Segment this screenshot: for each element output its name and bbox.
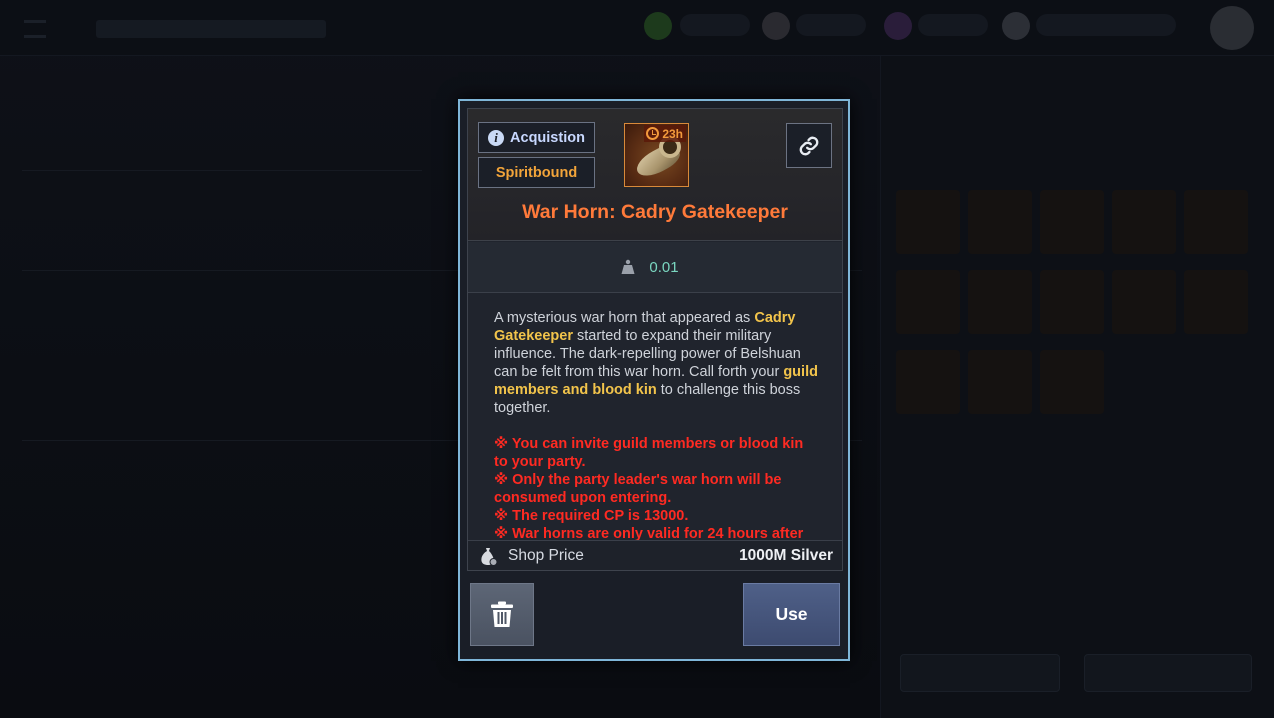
clock-icon [646, 127, 660, 140]
duration-badge: 23h [644, 125, 686, 142]
weight-icon [621, 259, 635, 274]
shop-price-label: Shop Price [508, 546, 584, 564]
background-menu-icon [24, 20, 46, 38]
background-title [96, 20, 326, 38]
item-name: War Horn: Cadry Gatekeeper [522, 201, 788, 223]
money-bag-icon [481, 547, 498, 566]
acquisition-label: Acquistion [510, 129, 585, 146]
description-text: A mysterious war horn that appeared as C… [494, 310, 818, 416]
background-button [1084, 654, 1252, 692]
background-currency [796, 14, 866, 36]
warning-note: ※ You can invite guild members or blood … [494, 436, 804, 470]
background-currency-icon [762, 12, 790, 40]
trash-icon [491, 601, 513, 627]
warning-note: ※ The required CP is 13000. [494, 508, 689, 524]
delete-button[interactable] [470, 583, 534, 646]
background-currency [918, 14, 988, 36]
link-item-button[interactable] [786, 123, 832, 168]
link-icon [799, 136, 819, 155]
background-currency-icon [884, 12, 912, 40]
shop-price-row: Shop Price 1000M Silver [468, 540, 842, 570]
warning-note: ※ Only the party leader's war horn will … [494, 472, 782, 506]
background-currency-icon [644, 12, 672, 40]
weight-value: 0.01 [649, 258, 679, 276]
item-icon-war-horn: 23h [624, 123, 689, 187]
binding-label: Spiritbound [495, 164, 578, 181]
background-currency [680, 14, 750, 36]
item-header: i Acquistion Spiritbound 23h War Horn: C… [468, 109, 842, 241]
duration-text: 23h [662, 126, 683, 141]
item-detail-modal: i Acquistion Spiritbound 23h War Horn: C… [458, 99, 850, 661]
background-button [900, 654, 1060, 692]
background-currency [1036, 14, 1176, 36]
shop-price-value: 1000M Silver [739, 546, 833, 564]
background-divider [22, 170, 422, 171]
weight-row: 0.01 [468, 242, 842, 293]
item-description: A mysterious war horn that appeared as C… [494, 309, 820, 543]
info-icon: i [488, 129, 505, 146]
background-inventory-grid [896, 190, 1248, 420]
background-currency-icon [1002, 12, 1030, 40]
acquisition-button[interactable]: i Acquistion [478, 122, 595, 153]
item-card: i Acquistion Spiritbound 23h War Horn: C… [467, 108, 843, 571]
background-avatar [1210, 6, 1254, 50]
binding-badge: Spiritbound [478, 157, 595, 188]
use-button[interactable]: Use [743, 583, 840, 646]
